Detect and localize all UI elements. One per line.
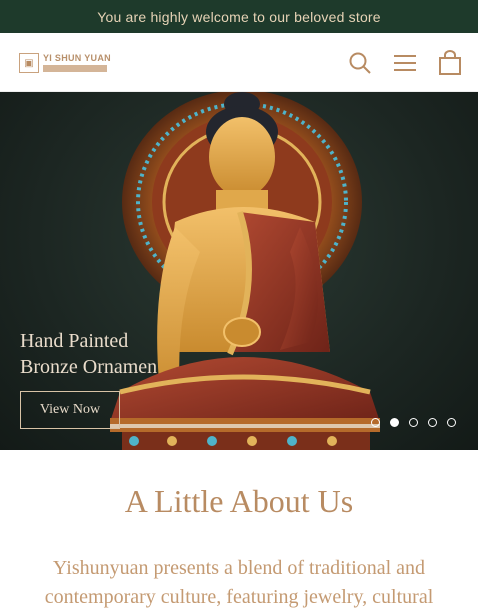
logo-mark-icon: ▣ (19, 53, 39, 73)
cart-icon[interactable] (437, 50, 463, 76)
hero-slideshow: Hand Painted Bronze Ornamen View Now (0, 92, 478, 450)
about-description: Yishunyuan presents a blend of tradition… (20, 554, 458, 609)
logo-subtext-graphic (43, 65, 107, 72)
about-line-2: contemporary culture, featuring jewelry,… (44, 586, 434, 608)
slide-dot-5[interactable] (447, 418, 456, 427)
slide-pagination (371, 418, 456, 427)
announcement-text: You are highly welcome to our beloved st… (97, 8, 381, 25)
hero-title: Hand Painted Bronze Ornamen (20, 328, 157, 380)
about-title: A Little About Us (124, 483, 354, 519)
logo-text: YI SHUN YUAN (43, 53, 111, 63)
menu-icon[interactable] (392, 50, 418, 76)
site-header: ▣ YI SHUN YUAN (0, 33, 478, 92)
slide-dot-1[interactable] (371, 418, 380, 427)
store-logo[interactable]: ▣ YI SHUN YUAN (19, 52, 111, 74)
slide-dot-4[interactable] (428, 418, 437, 427)
search-icon[interactable] (347, 50, 373, 76)
announcement-bar: You are highly welcome to our beloved st… (0, 0, 478, 33)
hero-title-line-2: Bronze Ornamen (20, 356, 158, 378)
hero-title-line-1: Hand Painted (20, 330, 129, 352)
view-now-button[interactable]: View Now (20, 391, 120, 429)
slide-dot-3[interactable] (409, 418, 418, 427)
slide-dot-2[interactable] (390, 418, 399, 427)
about-line-1: Yishunyuan presents a blend of tradition… (52, 557, 426, 579)
